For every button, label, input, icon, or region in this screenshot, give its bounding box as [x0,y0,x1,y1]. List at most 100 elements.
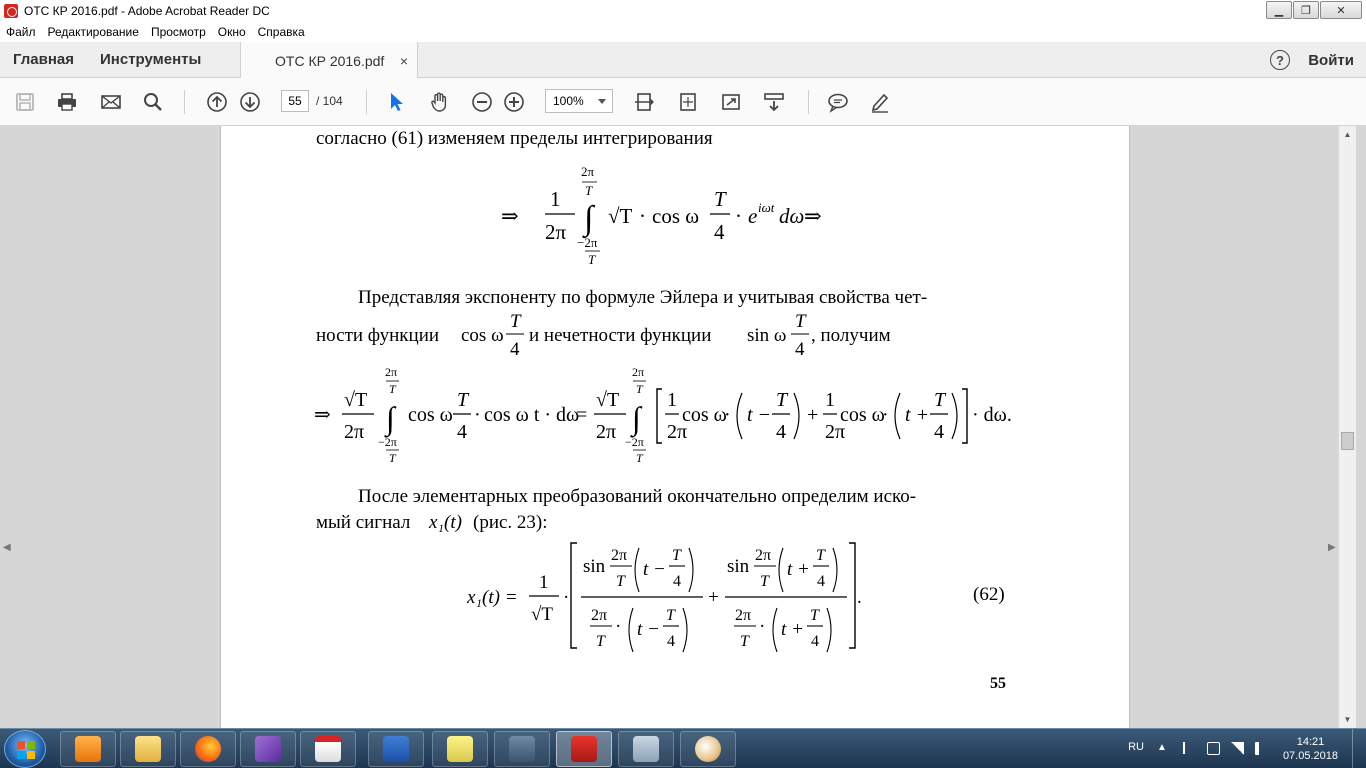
svg-text:T: T [389,451,397,465]
svg-text:4: 4 [457,421,467,443]
fraction-numerator: T [714,187,727,211]
sticky-notes-icon[interactable] [432,731,488,767]
zoom-select[interactable]: 100% [545,89,613,113]
cos-term: cos ω [652,204,699,228]
select-arrow-icon[interactable] [384,90,408,114]
zoom-out-icon[interactable] [470,90,494,114]
exp-base: e [748,204,757,228]
scrolling-mode-icon[interactable] [632,90,656,114]
scroll-down-icon[interactable]: ▼ [1339,711,1356,728]
acrobat-icon[interactable] [556,731,612,767]
svg-text:2π: 2π [596,421,616,443]
hand-icon[interactable] [428,90,452,114]
tab-tools[interactable]: Инструменты [87,42,214,78]
svg-text:sin ω: sin ω [747,325,786,346]
svg-text:T: T [636,451,644,465]
sign-icon[interactable] [868,90,892,114]
svg-text:·: · [759,616,765,637]
svg-text:t −: t − [643,559,666,580]
svg-text:t −: t − [747,404,771,426]
close-tab-icon[interactable]: × [400,53,408,69]
dot-op: · [735,204,742,228]
page-number-input[interactable]: 55 [281,90,309,112]
menu-view[interactable]: Просмотр [145,25,212,39]
read-mode-icon[interactable] [762,90,786,114]
svg-text:T: T [740,633,750,650]
acrobat-app-icon [4,4,18,18]
start-button[interactable] [4,730,46,768]
flag-icon[interactable] [1183,742,1196,754]
search-icon[interactable] [141,90,165,114]
show-desktop-button[interactable] [1352,729,1366,768]
notifications-icon[interactable]: ▲ [1157,742,1170,755]
sign-in-button[interactable]: Войти [1308,52,1354,69]
taskbar: RU ▲ 14:21 07.05.2018 [0,728,1366,768]
full-screen-icon[interactable] [719,90,743,114]
email-icon[interactable] [99,90,123,114]
svg-text:4: 4 [811,633,819,650]
page-down-icon[interactable] [238,90,262,114]
clock[interactable]: 14:21 07.05.2018 [1283,735,1338,763]
document-area[interactable]: ◀ согласно (61) изменяем пределы интегри… [0,126,1338,728]
fit-page-icon[interactable] [676,90,700,114]
text-line: (рис. 23): [473,512,548,533]
svg-text:4: 4 [776,421,786,443]
exp-power: iωt [758,200,775,215]
menu-edit[interactable]: Редактирование [42,25,145,39]
firefox-icon[interactable] [180,731,236,767]
toolbar [0,78,1366,126]
toolbar-separator [184,90,185,114]
print-icon[interactable] [55,90,79,114]
minimize-button[interactable]: ▁ [1266,1,1292,19]
calendar-321-icon[interactable] [300,731,356,767]
help-icon[interactable]: ? [1270,50,1290,70]
network-icon[interactable] [1231,742,1244,755]
svg-text:4: 4 [667,633,675,650]
language-indicator[interactable]: RU [1128,741,1144,753]
right-panel-toggle-icon[interactable]: ▶ [1328,542,1336,553]
svg-text:1: 1 [667,389,677,411]
zoom-in-icon[interactable] [502,90,526,114]
svg-text:4: 4 [673,573,681,590]
scroll-thumb[interactable] [1341,432,1354,450]
comment-icon[interactable] [826,90,850,114]
volume-icon[interactable] [1255,742,1268,755]
svg-text:T: T [760,573,770,590]
tab-document[interactable]: ОТС КР 2016.pdf × [240,42,418,79]
upper-limit: 2π [581,164,595,179]
inline-cos-term: cos ω T 4 [461,311,524,360]
toolbar-separator [366,90,367,114]
word-icon[interactable] [368,731,424,767]
clock-date: 07.05.2018 [1282,750,1338,762]
close-button[interactable]: ✕ [1320,1,1362,19]
maximize-button[interactable]: ❐ [1293,1,1319,19]
page-up-icon[interactable] [205,90,229,114]
svg-text:4: 4 [934,421,944,443]
scroll-up-icon[interactable]: ▲ [1339,126,1356,143]
battery-icon[interactable] [1207,742,1220,755]
left-panel-toggle-icon[interactable]: ◀ [3,542,11,553]
fraction-denominator: 2π [545,220,567,244]
mathcad-icon[interactable] [494,731,550,767]
media-player-icon[interactable] [60,731,116,767]
menu-window[interactable]: Окно [212,25,252,39]
svg-text:sin: sin [727,556,750,577]
calculator-icon[interactable] [618,731,674,767]
svg-text:2π: 2π [611,547,627,564]
equation-2: ⇒ √T 2π 2π T ∫ −2π T cos ω T 4 · cos ω t… [314,365,1012,465]
vertical-scrollbar[interactable]: ▲ ▼ [1338,126,1356,728]
file-explorer-icon[interactable] [120,731,176,767]
paint-icon[interactable] [680,731,736,767]
svg-text:t −: t − [637,619,660,640]
menu-help[interactable]: Справка [252,25,311,39]
equation-number: (62) [973,584,1005,605]
tab-home[interactable]: Главная [0,42,87,78]
visual-studio-icon[interactable] [240,731,296,767]
svg-text:·: · [724,404,731,426]
menu-file[interactable]: Файл [0,25,42,39]
svg-text:T: T [795,311,807,332]
text-line: ности функции [316,325,440,346]
save-icon[interactable] [13,90,37,114]
integral-sign: ∫ [582,200,596,239]
implies-symbol: ⇒ [501,204,519,228]
